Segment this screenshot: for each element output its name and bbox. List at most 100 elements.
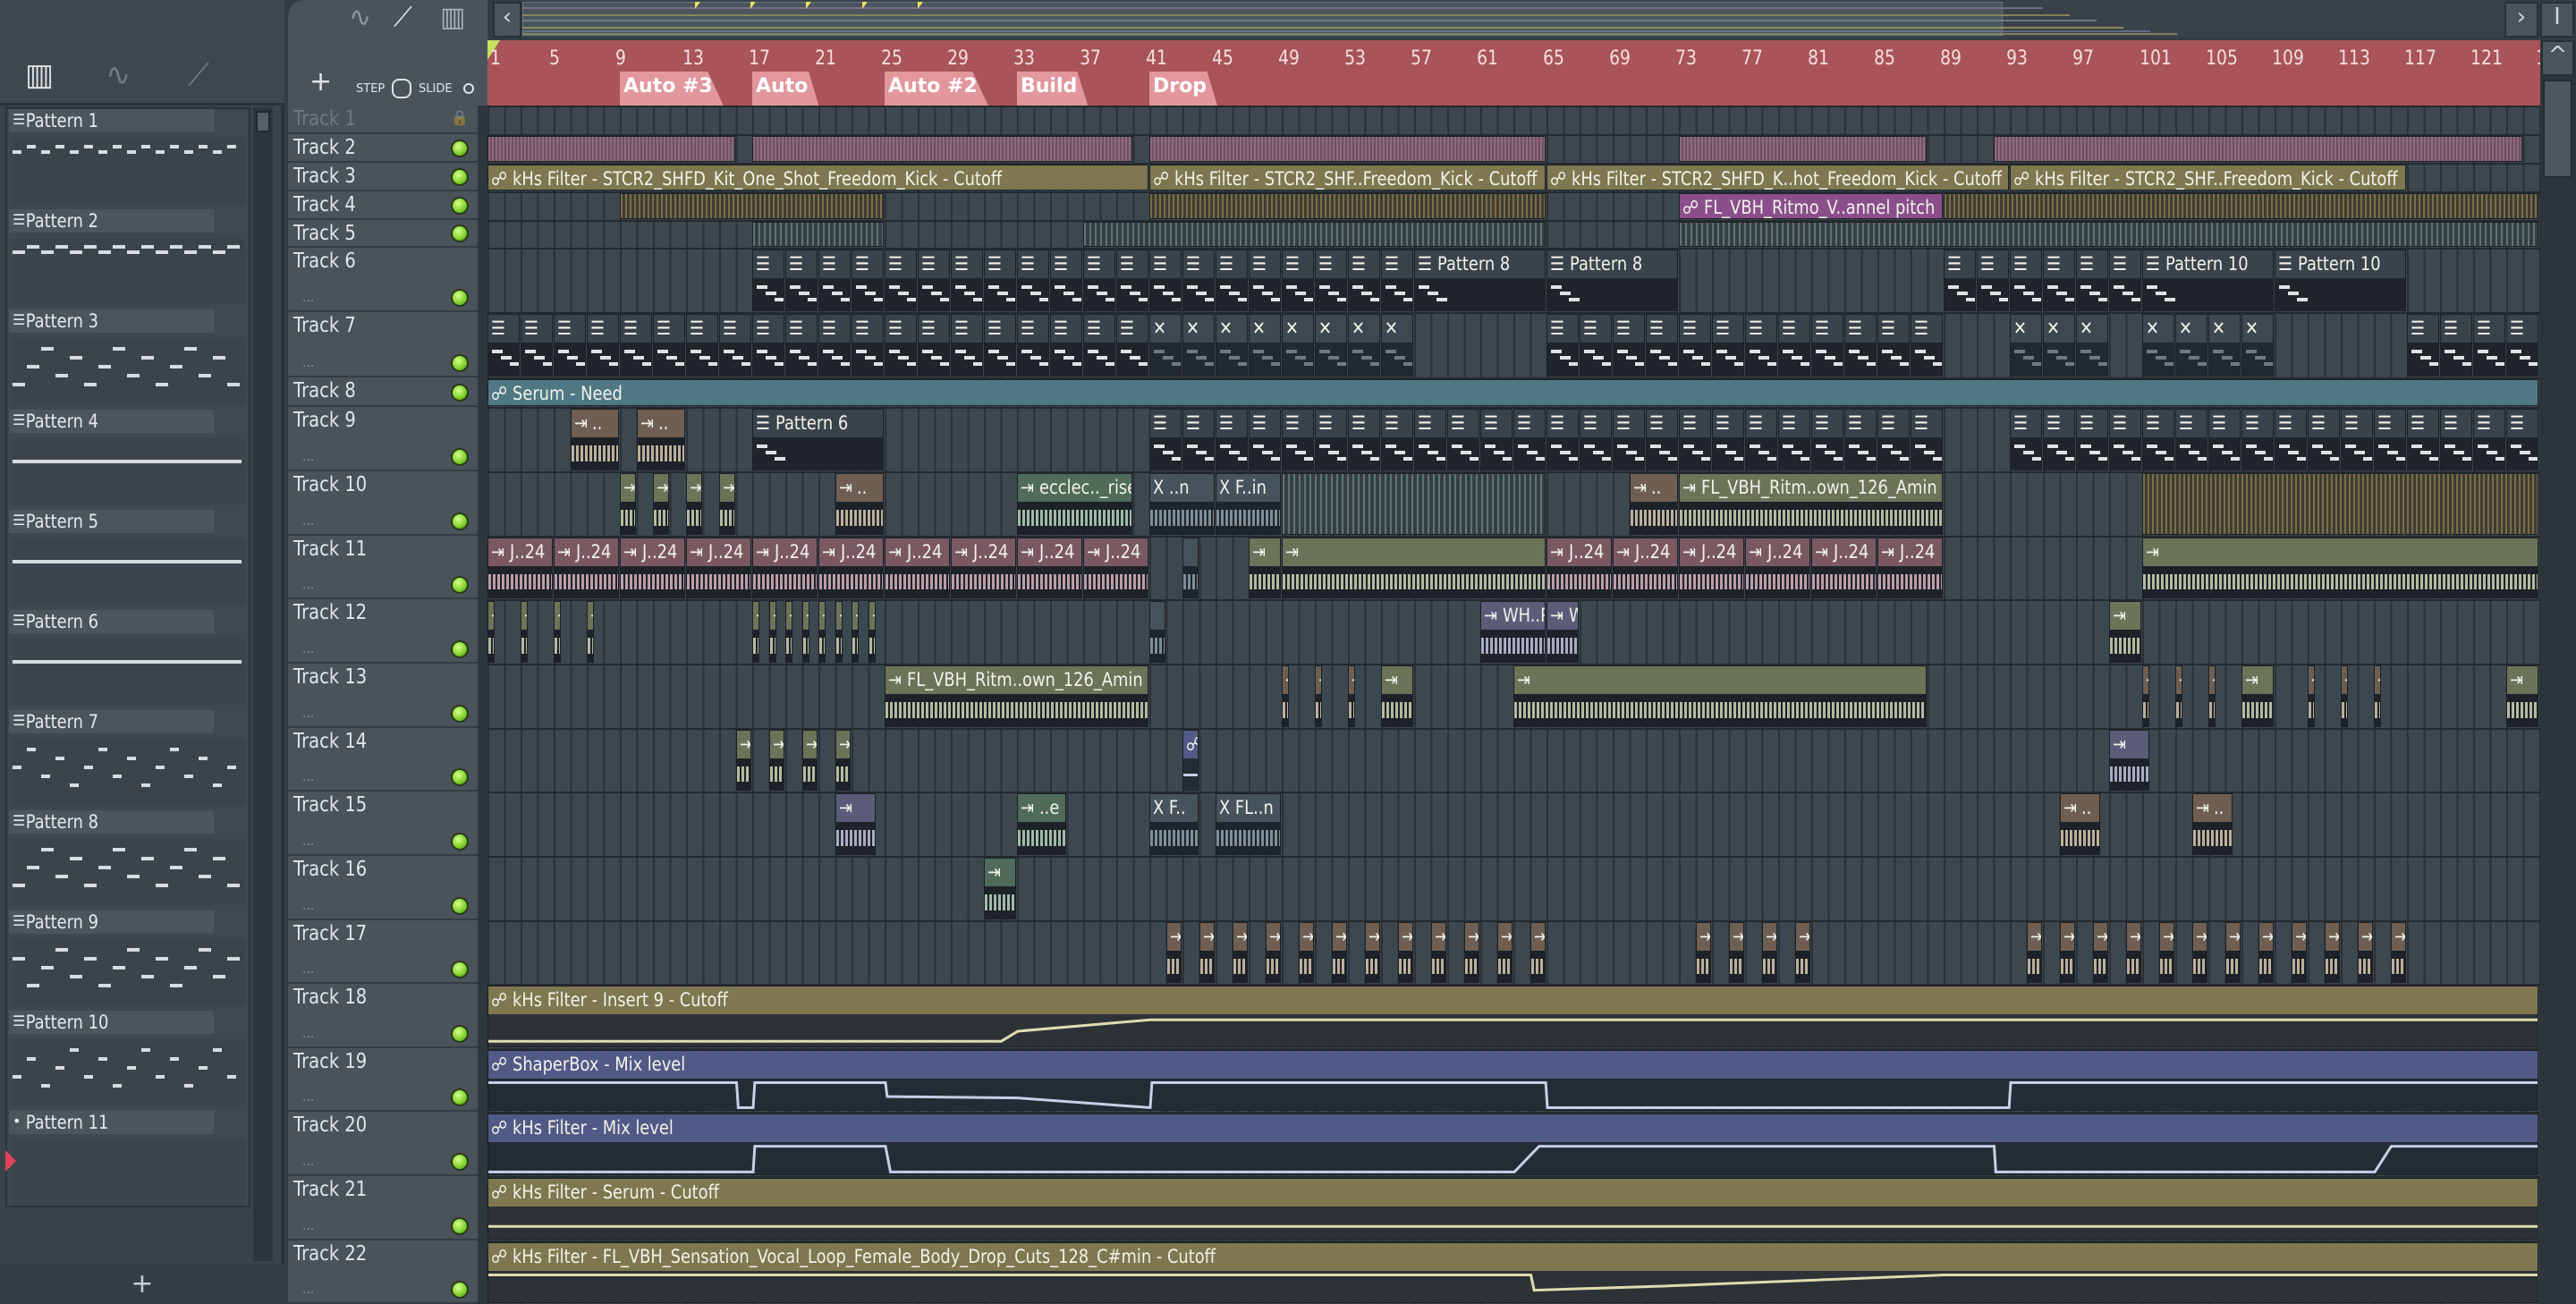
clip-header[interactable]: ⇥ [769,731,784,758]
pattern-clip[interactable]: ☰ [1083,314,1115,377]
clip-header[interactable]: ⇥ [2391,923,2405,951]
pattern-clip[interactable]: ✕ [2076,314,2108,377]
clip-header[interactable]: ☰ [2110,410,2140,437]
piano-roll-icon[interactable]: ▥ [25,57,54,93]
pattern-clip[interactable]: ☰ [2506,314,2538,377]
clip-header[interactable]: ☰ [1382,250,1412,278]
automation-icon[interactable]: ⟋ [394,2,412,33]
clip-header[interactable]: ✕ [2143,315,2174,343]
pattern-label[interactable]: Pattern 11 [9,1111,215,1134]
clip-header[interactable]: ⇥ [521,602,528,630]
clip-header[interactable]: ☰ [1150,410,1181,437]
clip-header[interactable]: ☰ [2408,410,2438,437]
clip-header[interactable]: ⇥ [687,474,701,502]
audio-clip[interactable] [1679,222,2538,247]
clip-header[interactable]: ⇥ [2342,666,2348,694]
track-name[interactable]: Track 10 [293,473,367,496]
track-name[interactable]: Track 18 [293,986,367,1009]
track-header[interactable]: Track 10... [288,471,478,536]
audio-clip[interactable]: ⇥ [521,601,529,663]
clip-header[interactable]: ☰ [886,315,916,343]
pattern-clip[interactable]: ☰ [785,250,818,311]
pattern-clip[interactable]: ☰ [1447,409,1479,470]
audio-clip[interactable]: ⇥ [1282,665,1290,727]
clip-header[interactable]: ☰ [1812,315,1843,343]
clip-header[interactable]: ☰ [1779,315,1809,343]
clip-header[interactable]: ⇥ [802,731,817,758]
clip-header[interactable]: ☰ [687,315,717,343]
clip-header[interactable]: ☍ kHs Filter - STCR2_SHFD_Kit_One_Shot_Fr… [488,165,1148,190]
track-options-dots[interactable]: ... [302,1219,314,1233]
scrollbar-thumb[interactable] [2543,80,2572,178]
clip-header[interactable]: ☰ [919,250,949,278]
clip-header[interactable]: ⇥ [1514,666,1926,694]
clip-header[interactable]: ⇥ J..24 [1614,538,1677,566]
track-options-dots[interactable]: ... [302,356,314,370]
clip-header[interactable]: ⇥ [2309,666,2315,694]
marker-drop[interactable]: Drop [1149,72,1217,106]
clip-header[interactable]: ⇥ [555,602,561,630]
audio-clip[interactable]: ⇥ J..24 [1877,538,1943,598]
track-mute-led[interactable] [451,705,469,723]
pattern-clip[interactable]: ☰ Pattern 8 [1414,250,1546,311]
track-mute-led[interactable] [451,224,469,242]
track-header[interactable]: Track 17... [288,920,478,984]
audio-clip[interactable]: ⇥ [1397,922,1413,983]
audio-clip[interactable]: ⇥ [1282,538,1546,598]
automation-clip[interactable]: ☍ kHs Filter - STCR2_SHF..Freedom_Kick - … [1149,165,1546,191]
pattern-clip[interactable]: ☰ [918,314,950,377]
audio-clip[interactable]: ⇥ [1794,922,1810,983]
clip-header[interactable]: ⇥ J..24 [488,538,552,566]
pattern-clip[interactable]: ☰ [1745,409,1777,470]
clip-header[interactable]: ☰ [2110,250,2140,278]
clip-header[interactable]: ☰ [1878,410,1909,437]
clip-header[interactable]: ☰ [1878,315,1909,343]
audio-clip[interactable]: ⇥ [2125,922,2141,983]
track-options-dots[interactable]: ... [302,642,314,656]
clip-header[interactable]: ⇥ [621,474,635,502]
clip-header[interactable]: X F..in [1216,474,1280,502]
pattern-clip[interactable]: ☰ Pattern 10 [2275,250,2406,311]
clip-header[interactable]: ☰ [1481,410,1512,437]
scroll-left-button[interactable]: ‹ [493,2,521,38]
pattern-clip[interactable]: ☰ [1216,250,1248,311]
clip-header[interactable]: ☰ [555,315,585,343]
audio-clip[interactable]: ⇥ [801,601,809,663]
clip-header[interactable]: ⇥ [2225,923,2240,951]
clip-header[interactable]: ⇥ [1497,923,1512,951]
track-mute-led[interactable] [451,140,469,157]
clip-header[interactable]: ⇥ [753,602,759,630]
pattern-clip[interactable]: ☰ [2440,409,2472,470]
audio-clip[interactable] [752,136,1132,162]
audio-clip[interactable]: ⇥ [1298,922,1314,983]
pattern-clip[interactable]: ✕ [2010,314,2042,377]
clip-header[interactable]: ⇥ [1199,923,1214,951]
audio-clip[interactable]: X FL..n [1216,793,1281,855]
clip-header[interactable]: ✕ [2209,315,2240,343]
pattern-clip[interactable]: ☰ [487,314,520,377]
track-header[interactable]: Track 3 [288,163,478,191]
clip-header[interactable]: ☰ [1283,250,1313,278]
clip-header[interactable]: ⇥ [1299,923,1313,951]
audio-clip[interactable]: ⇥ [2324,922,2340,983]
pattern-clip[interactable]: ☰ [1381,250,1413,311]
automation-clip[interactable]: ☍ kHs Filter - STCR2_SHFD_K..hot_Freedom_… [1546,165,2009,191]
pattern-clip[interactable]: ☰ [1944,250,1976,311]
pattern-clip[interactable]: ☰ [1282,409,1314,470]
audio-clip[interactable]: ⇥ ..e [1017,793,1066,855]
track-name[interactable]: Track 20 [293,1113,367,1137]
track-name[interactable]: Track 1 [293,107,356,131]
clip-header[interactable]: ⇥ [2358,923,2372,951]
clip-header[interactable]: ☍ kHs Filter - Mix level [488,1114,2538,1142]
pattern-item[interactable]: Pattern 6 ☰ [9,610,250,710]
pattern-clip[interactable]: ☰ [2407,314,2439,377]
audio-clip[interactable]: ⇥ [1513,665,1927,727]
pattern-clip[interactable]: ☰ [2473,314,2505,377]
clip-header[interactable]: ☰ [1018,315,1048,343]
audio-clip[interactable] [1993,136,2522,162]
audio-clip[interactable]: ⇥ [835,730,851,791]
clip-header[interactable]: ☰ [786,315,817,343]
pattern-clip[interactable]: ☰ [1844,314,1877,377]
track-name[interactable]: Track 13 [293,665,367,689]
audio-clip[interactable]: ⇥ J..24 [1613,538,1678,598]
